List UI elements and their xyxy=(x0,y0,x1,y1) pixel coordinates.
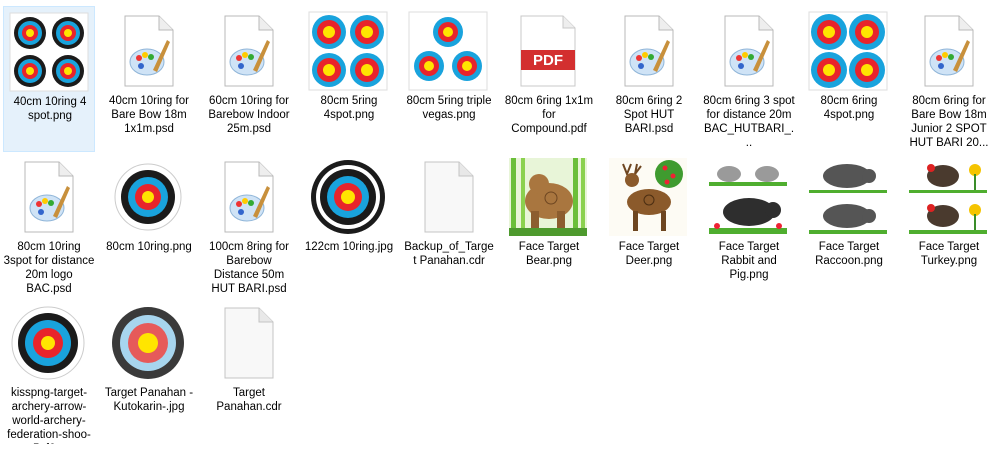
file-name: 80cm 6ring 4spot.png xyxy=(820,95,878,121)
image-thumbnail-4spot-icon xyxy=(307,10,389,92)
file-name: 80cm 5ring triple vegas.png xyxy=(406,95,492,121)
image-thumbnail-triple-icon xyxy=(407,10,489,92)
file-item[interactable]: 40cm 10ring for Bare Bow 18m 1x1m.psd xyxy=(103,6,195,152)
file-name: 80cm 10ring 3spot for distance 20m logo … xyxy=(3,241,95,295)
file-item[interactable]: Face Target Rabbit and Pig.png xyxy=(703,152,795,298)
file-name: 40cm 10ring for Bare Bow 18m 1x1m.psd xyxy=(109,95,189,135)
file-item[interactable]: 122cm 10ring.jpg xyxy=(303,152,395,298)
file-item[interactable]: 40cm 10ring 4 spot.png xyxy=(3,6,95,152)
file-item[interactable]: Face Target Raccoon.png xyxy=(803,152,895,298)
image-thumbnail-target-icon xyxy=(107,302,189,384)
file-name: Backup_of_Target Panahan.cdr xyxy=(404,241,494,267)
image-thumbnail-rabbit-pig-icon xyxy=(707,156,789,238)
file-name: 80cm 6ring 1x1m for Compound.pdf xyxy=(504,95,594,135)
file-item[interactable]: 60cm 10ring for Barebow Indoor 25m.psd xyxy=(203,6,295,152)
file-name: Face Target Bear.png xyxy=(518,241,580,267)
file-item[interactable]: Face Target Turkey.png xyxy=(903,152,995,298)
file-item[interactable]: 80cm 5ring triple vegas.png xyxy=(403,6,495,152)
pdf-file-icon: PDF xyxy=(507,10,589,92)
file-name: 40cm 10ring 4 spot.png xyxy=(13,96,87,122)
image-thumbnail-4spot-icon xyxy=(807,10,889,92)
file-name: Target Panahan.cdr xyxy=(216,387,282,413)
file-name: 80cm 6ring 2 Spot HUT BARI.psd xyxy=(615,95,683,135)
file-name: 80cm 10ring.png xyxy=(106,241,192,253)
file-item[interactable]: 80cm 6ring 4spot.png xyxy=(803,6,895,152)
psd-file-icon xyxy=(207,10,289,92)
file-item[interactable]: kisspng-target-archery-arrow-world-arche… xyxy=(3,298,95,444)
image-thumbnail-raccoon-icon xyxy=(807,156,889,238)
image-thumbnail-bear-icon xyxy=(507,156,589,238)
file-name: 80cm 6ring 3 spot for distance 20m BAC_H… xyxy=(703,95,795,149)
file-item[interactable]: Face Target Bear.png xyxy=(503,152,595,298)
file-item[interactable]: 80cm 6ring 2 Spot HUT BARI.psd xyxy=(603,6,695,152)
file-item[interactable]: Face Target Deer.png xyxy=(603,152,695,298)
image-thumbnail-deer-icon xyxy=(607,156,689,238)
image-thumbnail-4spot-icon xyxy=(8,11,90,93)
psd-file-icon xyxy=(907,10,989,92)
file-name: Face Target Turkey.png xyxy=(918,241,980,267)
psd-file-icon xyxy=(207,156,289,238)
file-name: Face Target Deer.png xyxy=(618,241,680,267)
image-thumbnail-target-icon xyxy=(7,302,89,384)
file-item[interactable]: 80cm 10ring 3spot for distance 20m logo … xyxy=(3,152,95,298)
psd-file-icon xyxy=(707,10,789,92)
image-thumbnail-target-icon xyxy=(107,156,189,238)
file-item[interactable]: 80cm 10ring.png xyxy=(103,152,195,298)
file-name: 122cm 10ring.jpg xyxy=(304,241,394,253)
blank-file-icon xyxy=(407,156,489,238)
file-item[interactable]: Target Panahan.cdr xyxy=(203,298,295,444)
file-name: 60cm 10ring for Barebow Indoor 25m.psd xyxy=(208,95,290,135)
file-name: 80cm 6ring for Bare Bow 18m Junior 2 SPO… xyxy=(909,95,989,149)
file-name: Face Target Rabbit and Pig.png xyxy=(718,241,780,281)
file-item[interactable]: Backup_of_Target Panahan.cdr xyxy=(403,152,495,298)
file-item[interactable]: PDF 80cm 6ring 1x1m for Compound.pdf xyxy=(503,6,595,152)
file-name: Target Panahan -Kutokarin-.jpg xyxy=(104,387,194,413)
file-item[interactable]: 80cm 5ring 4spot.png xyxy=(303,6,395,152)
image-thumbnail-turkey-icon xyxy=(907,156,989,238)
blank-file-icon xyxy=(207,302,289,384)
file-item[interactable]: 80cm 6ring 3 spot for distance 20m BAC_H… xyxy=(703,6,795,152)
file-item[interactable]: 100cm 8ring for Barebow Distance 50m HUT… xyxy=(203,152,295,298)
image-thumbnail-target-icon xyxy=(307,156,389,238)
svg-text:PDF: PDF xyxy=(533,52,563,69)
file-name: kisspng-target-archery-arrow-world-arche… xyxy=(7,387,91,444)
file-name: 100cm 8ring for Barebow Distance 50m HUT… xyxy=(209,241,289,295)
file-name: Face Target Raccoon.png xyxy=(815,241,883,267)
file-item[interactable]: Target Panahan -Kutokarin-.jpg xyxy=(103,298,195,444)
file-name: 80cm 5ring 4spot.png xyxy=(320,95,378,121)
file-item[interactable]: 80cm 6ring for Bare Bow 18m Junior 2 SPO… xyxy=(903,6,995,152)
psd-file-icon xyxy=(607,10,689,92)
psd-file-icon xyxy=(107,10,189,92)
psd-file-icon xyxy=(7,156,89,238)
